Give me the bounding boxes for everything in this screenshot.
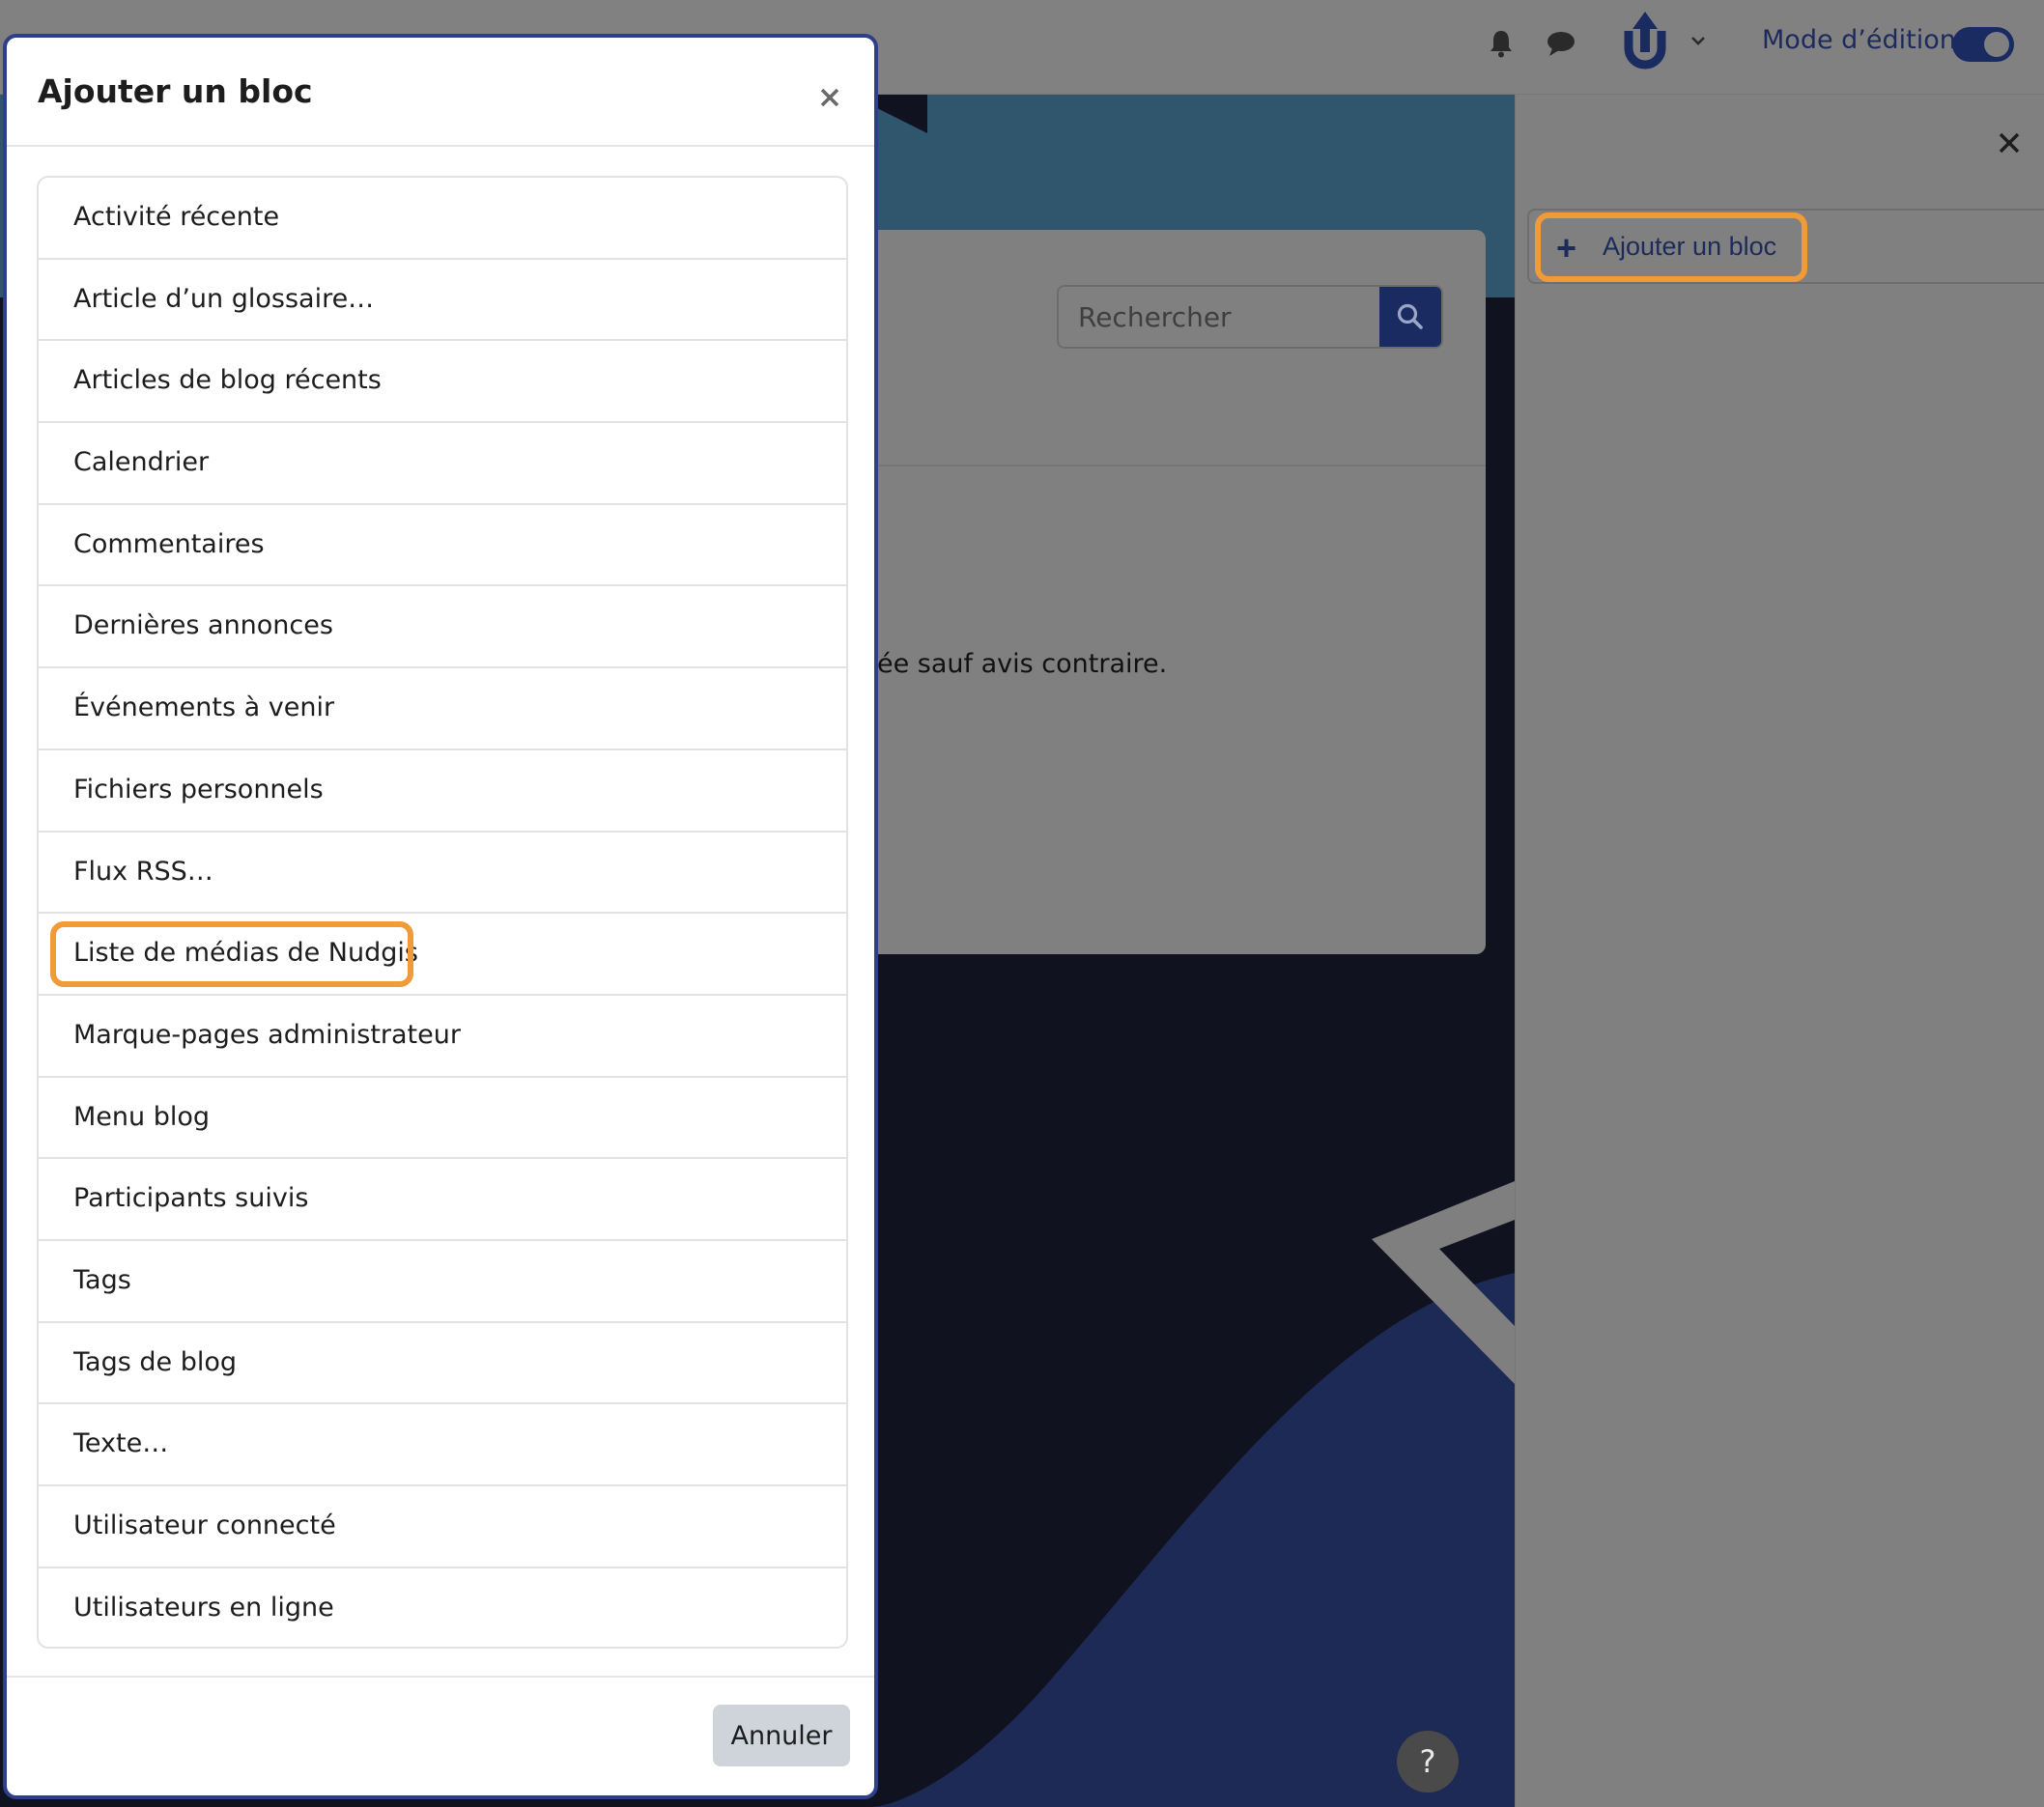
block-list-item[interactable]: Tags xyxy=(39,1241,846,1323)
block-item-label: Commentaires xyxy=(73,528,265,559)
chevron-down-icon[interactable] xyxy=(1689,31,1708,50)
block-item-label: Tags xyxy=(73,1264,131,1295)
cancel-button[interactable]: Annuler xyxy=(713,1705,850,1766)
block-item-label: Utilisateurs en ligne xyxy=(73,1592,334,1623)
modal-footer: Annuler xyxy=(7,1676,874,1795)
search-box xyxy=(1057,285,1443,349)
block-list-item[interactable]: Flux RSS… xyxy=(39,833,846,915)
block-item-label: Articles de blog récents xyxy=(73,365,382,396)
block-list-item[interactable]: Dernières annonces xyxy=(39,586,846,669)
bell-icon[interactable] xyxy=(1485,27,1518,60)
help-button[interactable]: ? xyxy=(1397,1731,1459,1793)
block-item-label: Événements à venir xyxy=(73,692,335,723)
block-list: Activité récente Article d’un glossaire… A… xyxy=(37,176,848,1649)
modal-title: Ajouter un bloc xyxy=(38,72,313,110)
card-divider xyxy=(850,465,1486,466)
block-item-label: Texte… xyxy=(73,1428,169,1459)
block-item-label: Fichiers personnels xyxy=(73,774,324,805)
block-item-label: Activité récente xyxy=(73,202,280,232)
add-block-modal: Ajouter un bloc Activité récente Article … xyxy=(3,34,878,1799)
block-list-item[interactable]: Fichiers personnels xyxy=(39,750,846,833)
search-icon xyxy=(1397,303,1423,329)
add-block-button[interactable]: + Ajouter un bloc xyxy=(1535,212,1807,282)
block-list-item[interactable]: Activité récente xyxy=(39,178,846,260)
block-item-label: Article d’un glossaire… xyxy=(73,283,375,314)
block-list-item[interactable]: Texte… xyxy=(39,1404,846,1486)
block-item-label: Utilisateur connecté xyxy=(73,1511,336,1540)
search-input[interactable] xyxy=(1059,287,1385,347)
block-list-item[interactable]: Menu blog xyxy=(39,1078,846,1160)
block-list-item[interactable]: Calendrier xyxy=(39,423,846,505)
block-item-label: Participants suivis xyxy=(73,1183,309,1214)
block-item-label: Tags de blog xyxy=(73,1346,237,1377)
block-list-item[interactable]: Liste de médias de Nudgis xyxy=(39,914,846,996)
block-list-item[interactable]: Participants suivis xyxy=(39,1159,846,1241)
block-list-item[interactable]: Marque-pages administrateur xyxy=(39,996,846,1078)
toggle-knob xyxy=(1984,32,2009,57)
block-item-label: Liste de médias de Nudgis xyxy=(73,938,418,969)
add-block-label: Ajouter un bloc xyxy=(1603,232,1777,261)
user-avatar[interactable] xyxy=(1615,10,1675,73)
block-list-item[interactable]: Article d’un glossaire… xyxy=(39,260,846,342)
block-item-label: Menu blog xyxy=(73,1101,211,1132)
page: ée sauf avis contraire. Mode d’édition xyxy=(0,0,2044,1807)
search-button[interactable] xyxy=(1379,287,1441,347)
block-item-label: Flux RSS… xyxy=(73,856,213,887)
edit-mode-label: Mode d’édition xyxy=(1762,25,1956,55)
plus-icon: + xyxy=(1556,228,1577,268)
block-list-item[interactable]: Articles de blog récents xyxy=(39,341,846,424)
block-list-item[interactable]: Utilisateurs en ligne xyxy=(39,1568,846,1647)
block-drawer: + Ajouter un bloc xyxy=(1515,95,2044,1807)
edit-mode-toggle[interactable] xyxy=(1952,27,2014,62)
close-icon[interactable] xyxy=(816,84,843,111)
close-icon[interactable] xyxy=(1996,129,2023,156)
card-text: ée sauf avis contraire. xyxy=(877,649,1168,679)
block-item-label: Dernières annonces xyxy=(73,610,333,641)
block-list-item[interactable]: Commentaires xyxy=(39,505,846,587)
chat-icon[interactable] xyxy=(1545,27,1577,60)
content-card: ée sauf avis contraire. xyxy=(850,230,1486,954)
block-list-item[interactable]: Utilisateur connecté xyxy=(39,1486,846,1568)
block-item-label: Marque-pages administrateur xyxy=(73,1019,461,1050)
block-item-label: Calendrier xyxy=(73,447,210,478)
modal-header: Ajouter un bloc xyxy=(7,38,874,147)
block-list-item[interactable]: Événements à venir xyxy=(39,668,846,750)
block-list-item[interactable]: Tags de blog xyxy=(39,1323,846,1405)
